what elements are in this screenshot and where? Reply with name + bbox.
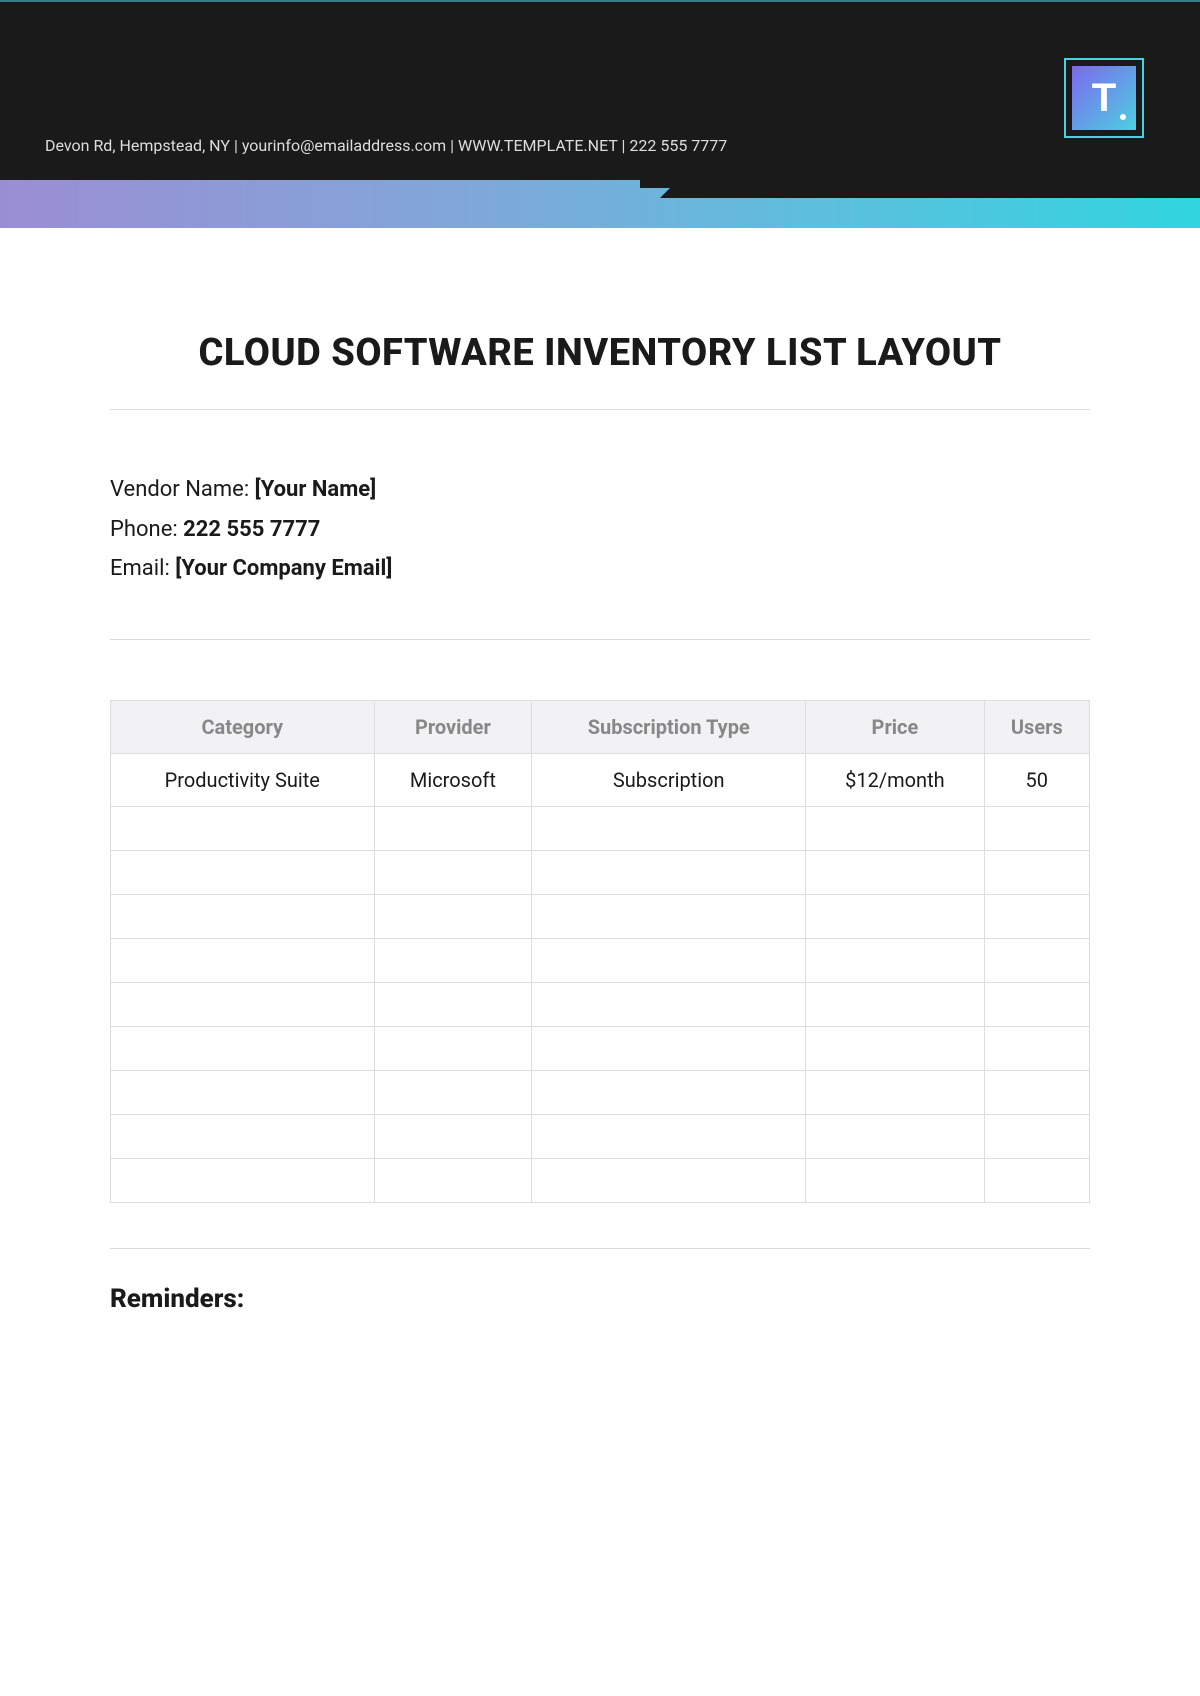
table-cell-provider: Microsoft: [374, 754, 532, 807]
table-cell-category: [111, 1071, 375, 1115]
vendor-email-value: [Your Company Email]: [175, 556, 392, 581]
table-cell-price: [806, 1027, 984, 1071]
logo-container: T: [1064, 58, 1144, 138]
table-cell-category: [111, 1027, 375, 1071]
table-cell-subscription_type: [532, 1115, 806, 1159]
th-price: Price: [806, 701, 984, 754]
table-cell-users: [984, 1071, 1089, 1115]
table-cell-users: [984, 939, 1089, 983]
vendor-name-label: Vendor Name:: [110, 477, 255, 502]
th-category: Category: [111, 701, 375, 754]
table-cell-subscription_type: [532, 1071, 806, 1115]
table-cell-category: [111, 807, 375, 851]
table-cell-users: 50: [984, 754, 1089, 807]
vendor-email-label: Email:: [110, 556, 175, 581]
table-cell-price: [806, 1115, 984, 1159]
table-cell-category: [111, 1159, 375, 1203]
table-cell-category: [111, 939, 375, 983]
page-title: CLOUD SOFTWARE INVENTORY LIST LAYOUT: [0, 328, 1200, 379]
table-cell-price: [806, 983, 984, 1027]
vendor-phone-label: Phone:: [110, 517, 183, 542]
table-row: [111, 807, 1090, 851]
table-row: [111, 851, 1090, 895]
table-cell-users: [984, 1159, 1089, 1203]
logo-letter: T: [1092, 76, 1116, 121]
reminders-title: Reminders:: [110, 1284, 1090, 1314]
table-cell-subscription_type: [532, 983, 806, 1027]
divider: [110, 409, 1090, 410]
table-cell-price: [806, 939, 984, 983]
table-cell-category: Productivity Suite: [111, 754, 375, 807]
table-row: Productivity SuiteMicrosoftSubscription$…: [111, 754, 1090, 807]
table-row: [111, 1071, 1090, 1115]
table-row: [111, 1027, 1090, 1071]
vendor-info-block: Vendor Name: [Your Name] Phone: 222 555 …: [0, 440, 1200, 589]
vendor-phone-row: Phone: 222 555 7777: [110, 510, 1090, 550]
table-cell-category: [111, 895, 375, 939]
table-cell-users: [984, 895, 1089, 939]
header-info-line: Devon Rd, Hempstead, NY | yourinfo@email…: [45, 136, 727, 155]
table-cell-provider: [374, 1027, 532, 1071]
document-header: T Devon Rd, Hempstead, NY | yourinfo@ema…: [0, 0, 1200, 180]
divider: [110, 1248, 1090, 1249]
table-cell-users: [984, 1027, 1089, 1071]
inventory-table-wrap: Category Provider Subscription Type Pric…: [0, 670, 1200, 1203]
table-row: [111, 1159, 1090, 1203]
table-cell-users: [984, 807, 1089, 851]
table-cell-provider: [374, 895, 532, 939]
table-cell-subscription_type: [532, 895, 806, 939]
vendor-phone-value: 222 555 7777: [183, 517, 320, 542]
th-provider: Provider: [374, 701, 532, 754]
table-cell-subscription_type: [532, 939, 806, 983]
vendor-email-row: Email: [Your Company Email]: [110, 549, 1090, 589]
table-cell-category: [111, 983, 375, 1027]
logo-dot-icon: [1120, 114, 1126, 120]
table-row: [111, 1115, 1090, 1159]
table-cell-provider: [374, 983, 532, 1027]
table-cell-price: [806, 895, 984, 939]
table-cell-provider: [374, 807, 532, 851]
table-cell-provider: [374, 1159, 532, 1203]
vendor-name-value: [Your Name]: [255, 477, 377, 502]
table-cell-price: $12/month: [806, 754, 984, 807]
table-cell-price: [806, 1159, 984, 1203]
reminders-section: Reminders:: [0, 1284, 1200, 1314]
table-cell-subscription_type: [532, 1027, 806, 1071]
inventory-table: Category Provider Subscription Type Pric…: [110, 700, 1090, 1203]
table-row: [111, 895, 1090, 939]
table-cell-price: [806, 807, 984, 851]
table-cell-users: [984, 1115, 1089, 1159]
th-subscription-type: Subscription Type: [532, 701, 806, 754]
table-cell-category: [111, 851, 375, 895]
table-cell-category: [111, 1115, 375, 1159]
table-cell-provider: [374, 1115, 532, 1159]
table-cell-subscription_type: [532, 851, 806, 895]
table-row: [111, 939, 1090, 983]
table-cell-provider: [374, 939, 532, 983]
table-cell-provider: [374, 1071, 532, 1115]
table-row: [111, 983, 1090, 1027]
gradient-bar: [0, 180, 1200, 228]
table-header-row: Category Provider Subscription Type Pric…: [111, 701, 1090, 754]
th-users: Users: [984, 701, 1089, 754]
logo: T: [1072, 66, 1136, 130]
table-cell-users: [984, 983, 1089, 1027]
vendor-name-row: Vendor Name: [Your Name]: [110, 470, 1090, 510]
table-cell-provider: [374, 851, 532, 895]
table-cell-price: [806, 1071, 984, 1115]
table-cell-subscription_type: [532, 807, 806, 851]
table-cell-price: [806, 851, 984, 895]
table-cell-subscription_type: [532, 1159, 806, 1203]
table-cell-users: [984, 851, 1089, 895]
table-cell-subscription_type: Subscription: [532, 754, 806, 807]
divider: [110, 639, 1090, 640]
